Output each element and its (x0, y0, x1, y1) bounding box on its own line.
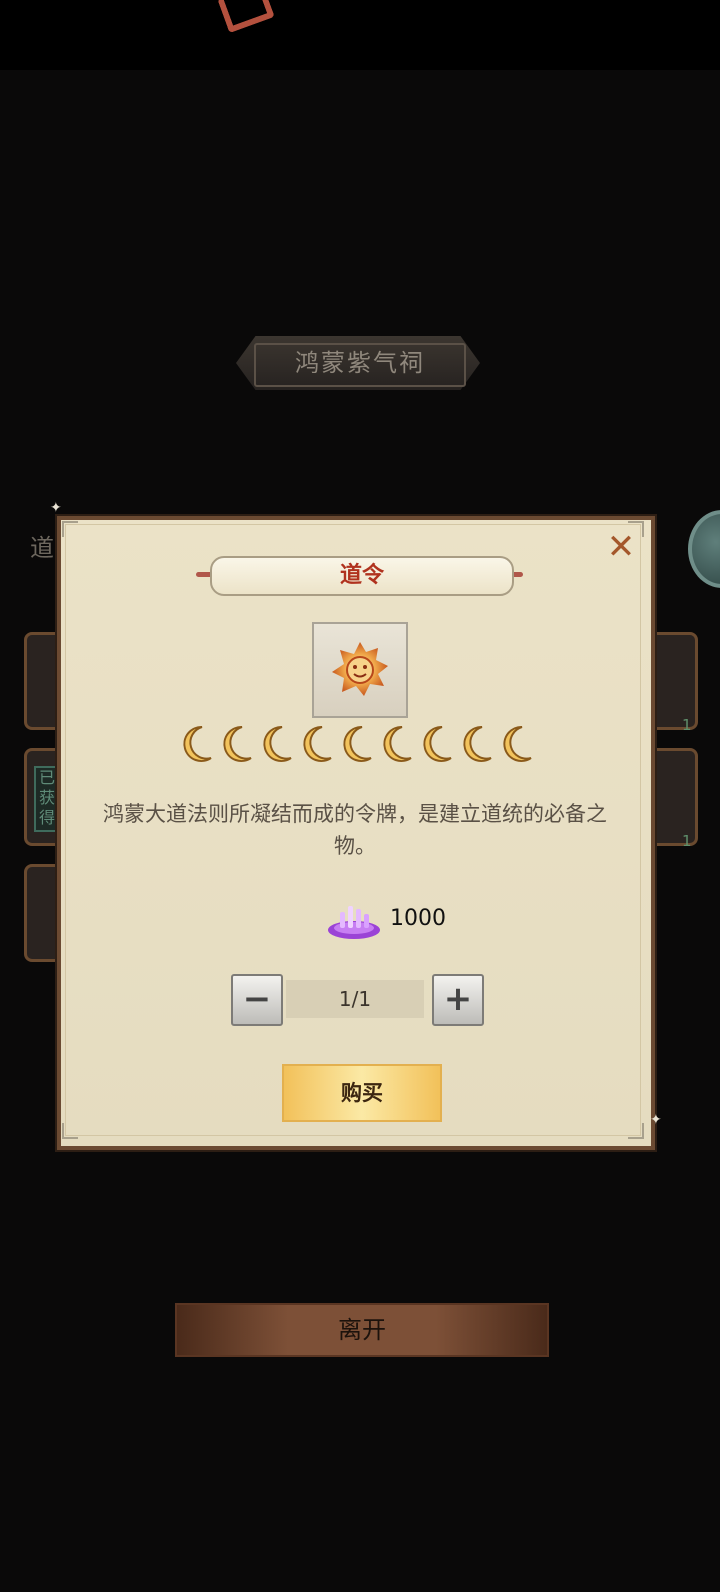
dialog-title: 道令 (339, 563, 384, 588)
crescent-moon-icon (183, 725, 212, 762)
crescent-moon-icon (263, 725, 292, 762)
token-icon (332, 642, 388, 696)
buy-button[interactable]: 购买 (282, 1064, 442, 1122)
crescent-moon-icon (503, 725, 532, 762)
corner-ornament (628, 1123, 644, 1139)
corner-ornament (62, 1123, 78, 1139)
sparkle-decoration: ✦ (50, 500, 62, 516)
shrine-title: 鸿蒙紫气祠 (295, 349, 425, 377)
quantity-field[interactable]: 1/1 (286, 980, 424, 1018)
crescent-moon-icon (343, 725, 372, 762)
crescent-moon-icon (423, 725, 452, 762)
close-icon[interactable]: ✕ (606, 530, 636, 564)
crescent-moon-icon (223, 725, 252, 762)
quantity-increase-button[interactable]: + (432, 974, 484, 1026)
background-item-count: 1 (682, 832, 692, 850)
item-description: 鸿蒙大道法则所凝结而成的令牌，是建立道统的必备之物。 (103, 802, 607, 858)
item-frame (312, 622, 408, 718)
quantity-decrease-button[interactable]: − (231, 974, 283, 1026)
background-round-button (688, 510, 720, 588)
crescent-moon-icon (383, 725, 412, 762)
rating-moons (178, 724, 542, 770)
crescent-moon-icon (463, 725, 492, 762)
top-bar (0, 0, 720, 70)
price-value: 1000 (390, 906, 446, 931)
crescent-moon-icon (303, 725, 332, 762)
purple-crystal-icon (328, 906, 380, 939)
background-item-count: 1 (682, 716, 692, 734)
game-screen: 鸿蒙紫气祠 道 已获得 1 1 ✦ ✦ ✕ 道令 鸿蒙大道法则所凝结而成的令牌，… (0, 0, 720, 1592)
sparkle-decoration: ✦ (650, 1112, 662, 1128)
background-section-label: 道 (30, 534, 54, 562)
leave-button[interactable]: 离开 (175, 1303, 549, 1357)
price: 1000 (326, 896, 486, 944)
corner-ornament (62, 521, 78, 537)
